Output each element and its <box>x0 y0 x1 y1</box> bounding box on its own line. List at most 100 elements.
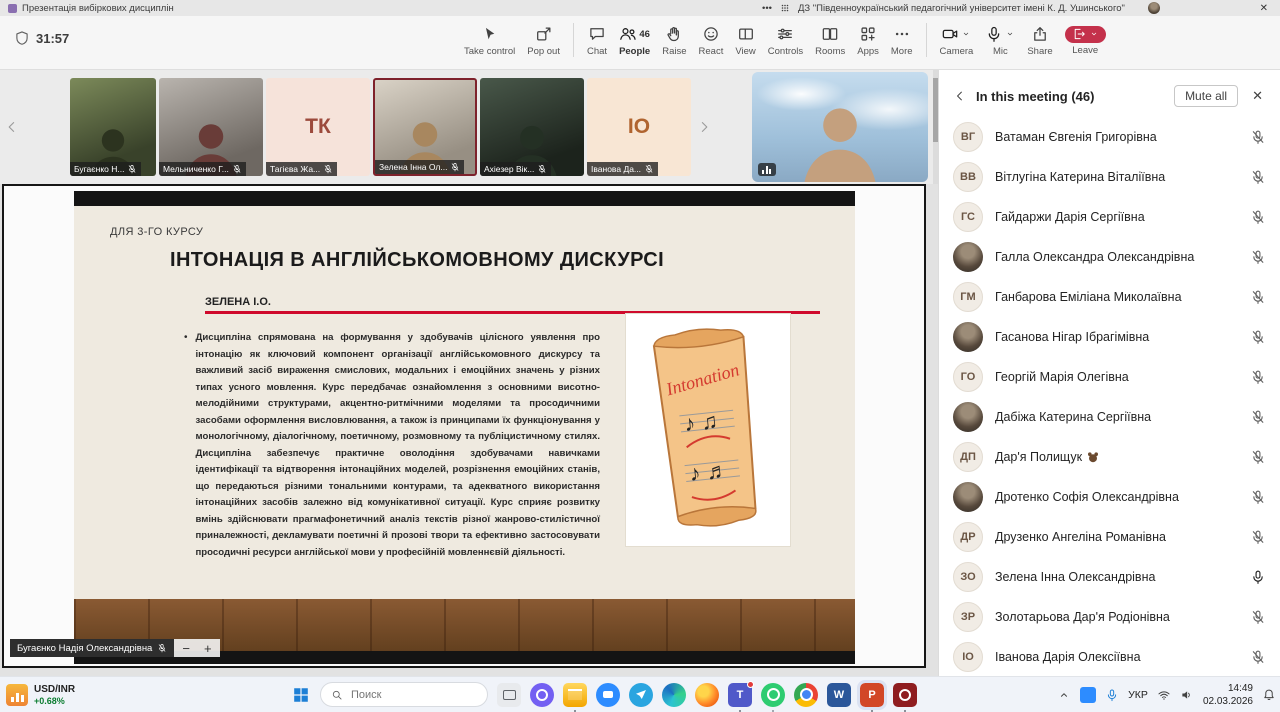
edge-icon[interactable] <box>662 683 686 707</box>
teams-icon[interactable] <box>728 683 752 707</box>
zoom-in-button[interactable]: + <box>204 641 212 656</box>
chevron-down-icon[interactable] <box>1005 29 1015 39</box>
react-button[interactable]: React <box>693 19 730 60</box>
controls-button[interactable]: Controls <box>762 19 809 60</box>
leave-pill[interactable] <box>1065 26 1106 43</box>
filmstrip-prev-button[interactable] <box>2 105 22 149</box>
mute-all-button[interactable]: Mute all <box>1174 85 1238 107</box>
slide-body: ДЛЯ 3-ГО КУРСУ ІНТОНАЦІЯ В АНГЛІЙСЬКОМОВ… <box>74 206 855 599</box>
back-arrow-icon[interactable] <box>953 89 967 103</box>
participant-row[interactable]: ВВ Вітлугіна Катерина Віталіївна <box>939 157 1280 197</box>
video-tile[interactable]: Зелена Інна Ол... <box>373 78 477 176</box>
firefox-icon[interactable] <box>695 683 719 707</box>
camera-label: Camera <box>940 46 974 57</box>
file-explorer-icon[interactable] <box>563 683 587 707</box>
controls-label: Controls <box>768 46 803 57</box>
participant-row[interactable]: Галла Олександра Олександрівна <box>939 237 1280 277</box>
mic-muted-icon[interactable] <box>1250 129 1266 145</box>
spotlight-video-tile[interactable] <box>752 72 928 182</box>
mic-muted-icon[interactable] <box>1250 449 1266 465</box>
mic-muted-icon[interactable] <box>1250 409 1266 425</box>
share-button[interactable]: Share <box>1021 19 1058 60</box>
word-icon[interactable] <box>827 683 851 707</box>
filmstrip-next-button[interactable] <box>694 105 714 149</box>
people-button[interactable]: 46 People <box>613 19 656 60</box>
zoom-icon[interactable] <box>596 683 620 707</box>
raise-hand-button[interactable]: Raise <box>656 19 692 60</box>
camera-button[interactable]: Camera <box>934 19 980 60</box>
zoom-out-button[interactable]: − <box>182 641 190 656</box>
more-dots[interactable]: ••• <box>762 3 772 14</box>
start-button[interactable] <box>291 685 311 705</box>
video-tile[interactable]: Ахіезер Вік... <box>480 78 584 176</box>
video-tile[interactable]: Мельниченко Г... <box>159 78 263 176</box>
pop-out-icon <box>535 25 553 43</box>
timer-value: 31:57 <box>36 31 69 46</box>
presenter-overlay: Бугаєнко Надія Олександрівна − + <box>10 639 220 657</box>
more-label: More <box>891 46 913 57</box>
mic-muted-icon[interactable] <box>1250 369 1266 385</box>
mic-muted-icon[interactable] <box>1250 529 1266 545</box>
profile-avatar[interactable] <box>1148 2 1160 14</box>
apps-button[interactable]: Apps <box>851 19 885 60</box>
participant-row[interactable]: Гасанова Нігар Ібрагімівна <box>939 317 1280 357</box>
mic-muted-icon[interactable] <box>1250 209 1266 225</box>
participant-row[interactable]: ВГ Ватаман Євгенія Григорівна <box>939 117 1280 157</box>
taskbar-clock[interactable]: 14:49 02.03.2026 <box>1203 682 1253 708</box>
initials-tile[interactable]: ТК Тагієва Жа... <box>266 78 370 176</box>
acrobat-icon[interactable] <box>893 683 917 707</box>
volume-icon[interactable] <box>1180 688 1194 702</box>
whatsapp-icon[interactable] <box>761 683 785 707</box>
powerpoint-icon[interactable] <box>860 683 884 707</box>
search-input[interactable] <box>349 688 477 702</box>
mic-muted-icon[interactable] <box>1250 489 1266 505</box>
mic-muted-icon[interactable] <box>1250 329 1266 345</box>
view-button[interactable]: View <box>729 19 761 60</box>
chevron-down-icon[interactable] <box>961 29 971 39</box>
tray-mic-icon[interactable] <box>1105 688 1119 702</box>
participant-row[interactable]: Дротенко Софія Олександрівна <box>939 477 1280 517</box>
meeting-timer: 31:57 <box>14 30 69 46</box>
participant-row[interactable]: Дабіжа Катерина Сергіївна <box>939 397 1280 437</box>
participant-row[interactable]: ГС Гайдаржи Дарія Сергіївна <box>939 197 1280 237</box>
participant-row[interactable]: ДР Друзенко Ангеліна Романівна <box>939 517 1280 557</box>
taskbar-search[interactable] <box>320 682 488 707</box>
more-button[interactable]: More <box>885 19 919 60</box>
participant-row[interactable]: ГМ Ганбарова Еміліана Миколаївна <box>939 277 1280 317</box>
panel-close-button[interactable]: ✕ <box>1247 88 1268 104</box>
chrome-icon[interactable] <box>794 683 818 707</box>
rooms-button[interactable]: Rooms <box>809 19 851 60</box>
mic-muted-icon[interactable] <box>1250 249 1266 265</box>
snipping-tool-icon[interactable] <box>497 683 521 707</box>
pop-out-button[interactable]: Pop out <box>521 19 566 60</box>
mic-on-icon[interactable] <box>1250 569 1266 585</box>
mic-muted-icon[interactable] <box>1250 649 1266 665</box>
mic-muted-icon[interactable] <box>1250 289 1266 305</box>
initials-tile[interactable]: ІО Іванова Да... <box>587 78 691 176</box>
participant-row[interactable]: ДП Дар'я Полищук <box>939 437 1280 477</box>
slide-body-text: Дисципліна спрямована на формування у зд… <box>196 330 600 561</box>
window-close-button[interactable]: ✕ <box>1256 3 1272 14</box>
keyboard-language[interactable]: УКР <box>1128 689 1148 701</box>
leave-button[interactable]: Leave <box>1059 21 1112 59</box>
mic-muted-icon[interactable] <box>1250 169 1266 185</box>
participant-row[interactable]: ЗО Зелена Інна Олександрівна <box>939 557 1280 597</box>
org-title: ДЗ "Південноукраїнський педагогічний уні… <box>798 3 1125 14</box>
participant-row[interactable]: ГО Георгій Марія Олегівна <box>939 357 1280 397</box>
video-tile[interactable]: Бугаєнко Н... <box>70 78 156 176</box>
mic-muted-icon[interactable] <box>1250 609 1266 625</box>
telegram-icon[interactable] <box>629 683 653 707</box>
participant-row[interactable]: ЗР Золотарьова Дар'я Родіонівна <box>939 597 1280 637</box>
tray-app-icon[interactable] <box>1080 687 1096 703</box>
wifi-icon[interactable] <box>1157 688 1171 702</box>
stocks-widget[interactable]: USD/INR +0.68% <box>6 684 75 706</box>
notifications-bell-icon[interactable] <box>1262 688 1276 702</box>
mic-button[interactable]: Mic <box>979 19 1021 60</box>
chevron-down-icon[interactable] <box>1089 29 1099 39</box>
hidden-icons-chevron[interactable] <box>1057 688 1071 702</box>
chat-button[interactable]: Chat <box>581 19 613 60</box>
scrollbar[interactable] <box>933 70 938 188</box>
take-control-button[interactable]: Take control <box>458 19 521 60</box>
viber-icon[interactable] <box>530 683 554 707</box>
participant-row[interactable]: ІО Іванова Дарія Олексіївна <box>939 637 1280 676</box>
